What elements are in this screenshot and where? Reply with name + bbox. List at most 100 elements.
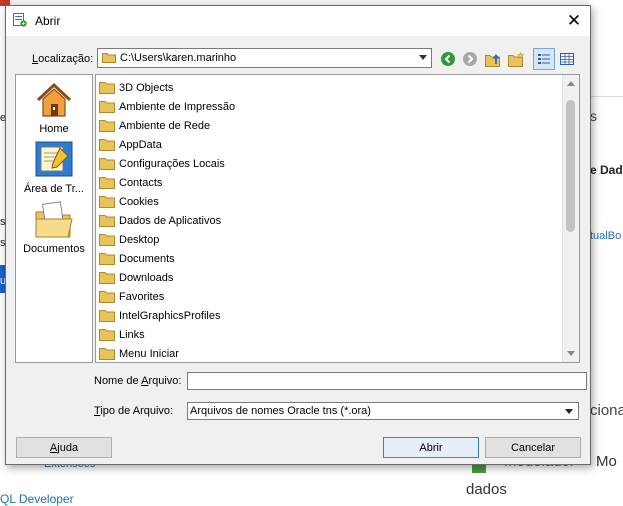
scroll-down-arrow[interactable] — [567, 351, 575, 356]
folder-icon — [99, 139, 115, 151]
new-folder-icon — [507, 51, 524, 67]
places-sidebar: Home Área de Tr... Documentos — [15, 74, 93, 363]
folder-icon — [99, 329, 115, 341]
desktop-icon — [35, 141, 73, 177]
filetype-label: Tipo de Arquivo: — [94, 405, 174, 417]
list-item-label: Dados de Aplicativos — [119, 214, 222, 227]
list-item[interactable]: Desktop — [99, 230, 159, 249]
open-file-dialog: Abrir ✕ Localização: C:\Users\karen.mari… — [5, 5, 591, 465]
list-item-label: 3D Objects — [119, 81, 174, 94]
list-item-label: Cookies — [119, 195, 159, 208]
list-item[interactable]: Dados de Aplicativos — [99, 211, 221, 230]
list-item[interactable]: IntelGraphicsProfiles — [99, 306, 221, 325]
folder-icon — [99, 215, 115, 227]
list-item-label: Links — [119, 328, 145, 341]
folder-icon — [99, 158, 115, 170]
background-text: s — [590, 108, 597, 124]
folder-icon — [102, 53, 116, 63]
folder-up-icon — [484, 53, 500, 67]
location-path: C:\Users\karen.marinho — [120, 52, 237, 64]
list-item-label: Ambiente de Impressão — [119, 100, 236, 113]
list-item[interactable]: Links — [99, 325, 145, 344]
sidebar-item-label: Área de Tr... — [24, 183, 84, 195]
list-item[interactable]: Cookies — [99, 192, 159, 211]
help-button[interactable]: Ajuda — [16, 437, 112, 458]
close-icon: ✕ — [566, 11, 582, 30]
list-item-label: IntelGraphicsProfiles — [119, 309, 221, 322]
chevron-down-icon[interactable] — [419, 55, 427, 60]
sidebar-item-home[interactable]: Home — [16, 80, 92, 135]
filename-label: Nome de Arquivo: — [94, 375, 182, 387]
folder-icon — [99, 272, 115, 284]
scroll-thumb[interactable] — [566, 100, 575, 232]
background-divider — [589, 96, 623, 97]
sidebar-item-desktop[interactable]: Área de Tr... — [16, 140, 92, 195]
filetype-select[interactable]: Arquivos de nomes Oracle tns (*.ora) — [187, 402, 579, 420]
filetype-value: Arquivos de nomes Oracle tns (*.ora) — [190, 405, 371, 417]
folder-icon — [99, 82, 115, 94]
location-combobox[interactable]: C:\Users\karen.marinho — [97, 48, 432, 68]
folder-icon — [99, 120, 115, 132]
background-text: Mo — [596, 453, 617, 470]
details-view-icon — [560, 53, 574, 65]
list-item-label: AppData — [119, 138, 162, 151]
list-item[interactable]: Contacts — [99, 173, 162, 192]
back-arrow-icon — [441, 52, 455, 66]
background-text: tualBo — [590, 230, 622, 242]
details-view-button[interactable] — [556, 48, 578, 70]
list-item-label: Downloads — [119, 271, 174, 284]
up-folder-button[interactable] — [482, 48, 504, 70]
list-item-label: Contacts — [119, 176, 163, 189]
list-item[interactable]: Menu Iniciar — [99, 344, 179, 362]
forward-button[interactable] — [459, 48, 481, 70]
list-item-label: Configurações Locais — [119, 157, 225, 170]
folder-icon — [99, 291, 115, 303]
list-item[interactable]: 3D Objects — [99, 78, 173, 97]
background-right-panel — [589, 0, 623, 505]
folder-icon — [99, 253, 115, 265]
list-item[interactable]: Favorites — [99, 287, 164, 306]
cancel-button[interactable]: Cancelar — [485, 437, 581, 458]
open-button[interactable]: Abrir — [383, 437, 479, 458]
sidebar-item-label: Documentos — [23, 243, 85, 255]
folder-icon — [99, 234, 115, 246]
scroll-up-arrow[interactable] — [567, 81, 575, 86]
new-folder-button[interactable] — [505, 48, 527, 70]
list-item[interactable]: Documents — [99, 249, 175, 268]
folder-icon — [99, 310, 115, 322]
list-item[interactable]: AppData — [99, 135, 162, 154]
documents-folder-icon — [35, 201, 73, 238]
list-item-label: Documents — [119, 252, 175, 265]
list-item-label: Favorites — [119, 290, 165, 303]
chevron-down-icon[interactable] — [565, 409, 573, 414]
list-item[interactable]: Ambiente de Rede — [99, 116, 210, 135]
dialog-title: Abrir — [35, 14, 61, 28]
background-text: ciona — [590, 402, 623, 419]
background-text: dados — [466, 481, 507, 498]
filename-input[interactable] — [187, 372, 587, 390]
list-item[interactable]: Downloads — [99, 268, 173, 287]
list-item-label: Menu Iniciar — [119, 347, 179, 360]
background-text: e Dad — [590, 163, 623, 177]
house-icon — [36, 82, 72, 117]
location-label: Localização: — [32, 53, 94, 65]
folder-icon — [99, 177, 115, 189]
folder-icon — [99, 348, 115, 360]
sidebar-item-documents[interactable]: Documentos — [16, 200, 92, 255]
folder-icon — [99, 101, 115, 113]
list-view-button[interactable] — [533, 48, 555, 70]
file-list[interactable]: 3D Objects Ambiente de Impressão Ambiente … — [95, 74, 580, 363]
list-item-label: Ambiente de Rede — [119, 119, 211, 132]
folder-icon — [99, 196, 115, 208]
list-view-icon — [538, 54, 550, 64]
back-button[interactable] — [437, 48, 459, 70]
list-item-label: Desktop — [119, 233, 160, 246]
sidebar-item-label: Home — [39, 123, 69, 135]
app-icon — [13, 13, 27, 27]
list-item[interactable]: Configurações Locais — [99, 154, 225, 173]
vertical-scrollbar[interactable] — [562, 75, 579, 362]
forward-arrow-icon — [463, 52, 477, 66]
close-button[interactable]: ✕ — [558, 6, 590, 36]
list-item[interactable]: Ambiente de Impressão — [99, 97, 235, 116]
title-bar[interactable]: Abrir ✕ — [6, 6, 590, 36]
